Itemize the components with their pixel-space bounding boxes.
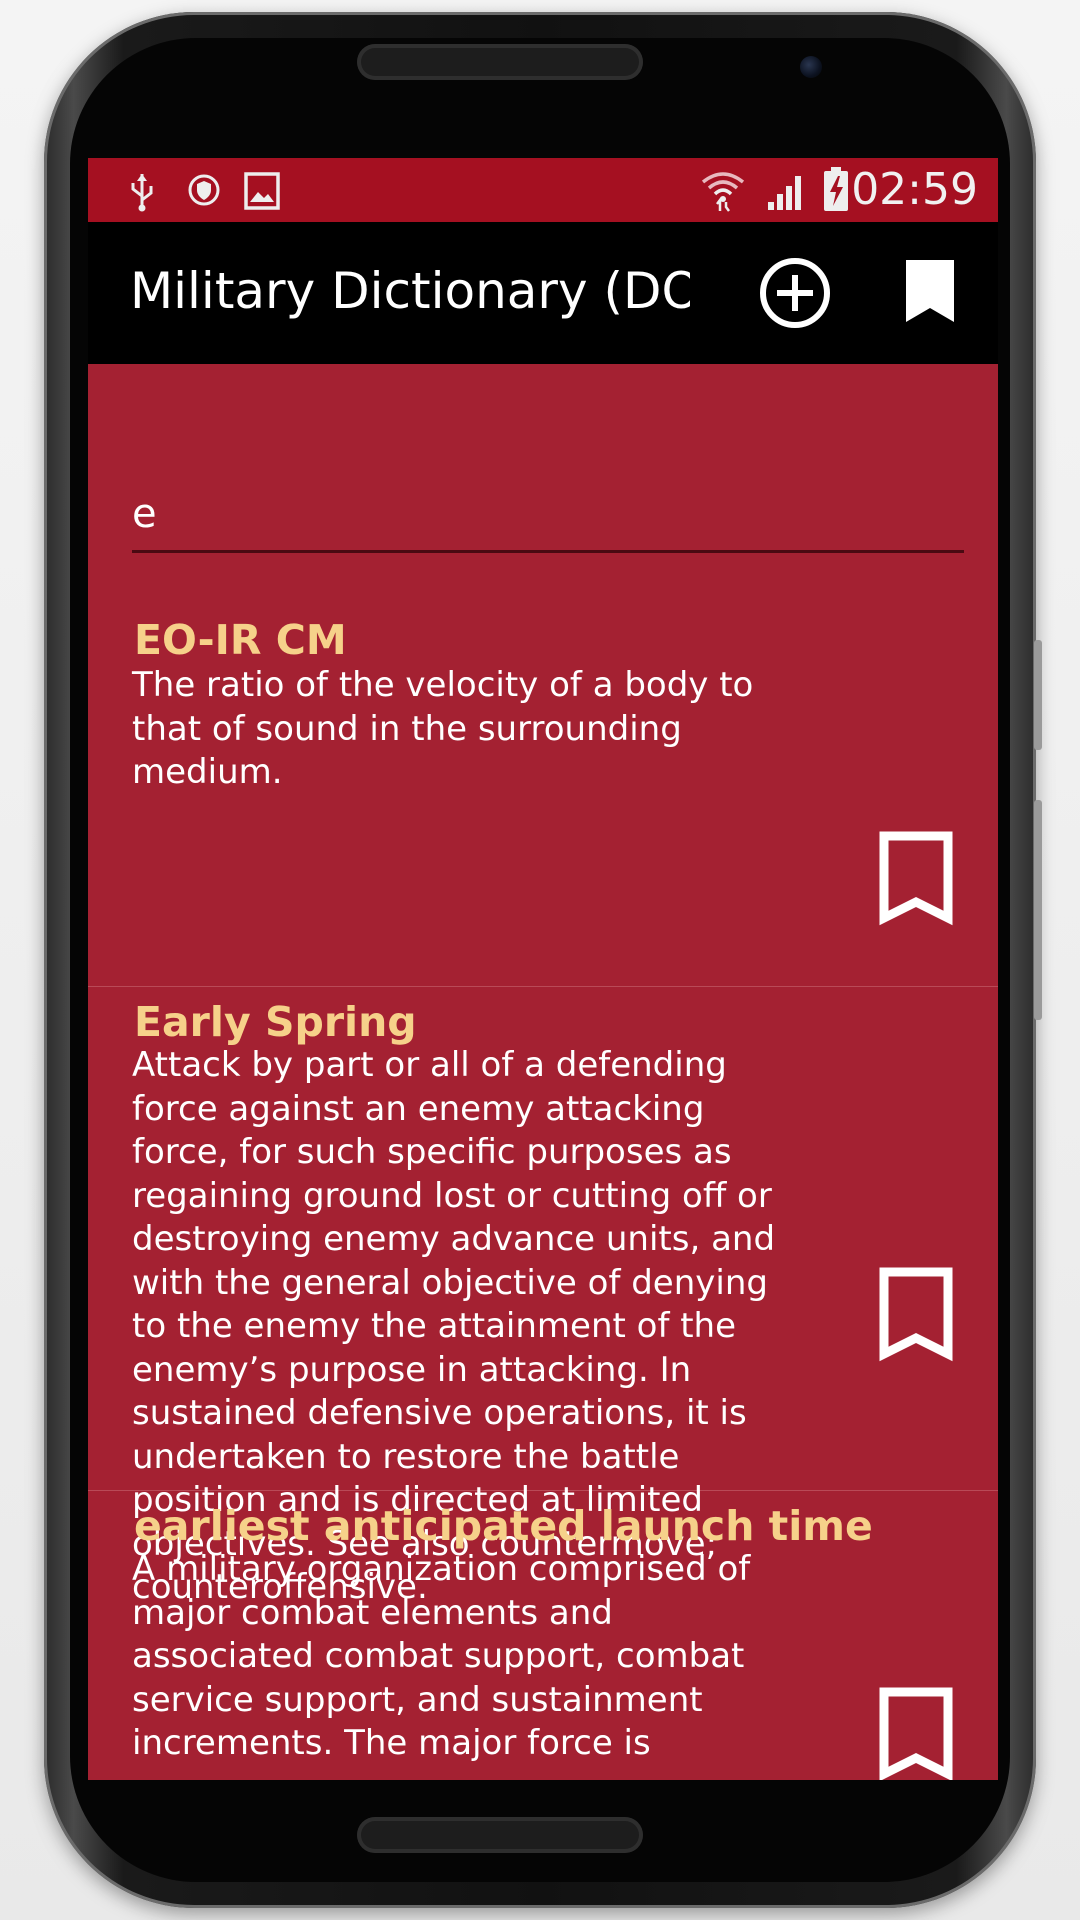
- screen: 02:59 Military Dictionary (DO... EO-IR C…: [88, 158, 998, 1780]
- earpiece-speaker: [357, 44, 643, 80]
- definition-line: undertaken to restore the battle: [132, 1436, 680, 1477]
- wifi-icon: [701, 172, 745, 212]
- entry-term: EO-IR CM: [134, 616, 347, 664]
- usb-icon: [131, 174, 153, 212]
- definition-line: The ratio of the velocity of a body to: [132, 665, 754, 705]
- entry-term: earliest anticipated launch time: [134, 1502, 873, 1550]
- definition-line: medium.: [132, 752, 283, 792]
- definition-line: Attack by part or all of a defending: [132, 1045, 727, 1085]
- entry-term: Early Spring: [134, 998, 417, 1046]
- definition-line: enemy’s purpose in attacking. In: [132, 1349, 692, 1390]
- volume-button: [1034, 640, 1042, 750]
- front-camera: [800, 56, 822, 78]
- definition-line: that of sound in the surrounding: [132, 708, 682, 749]
- definition-line: A military organization comprised of: [132, 1549, 751, 1589]
- shield-icon: [188, 174, 220, 206]
- bookmark-outline-icon[interactable]: [878, 1686, 954, 1780]
- clock: 02:59: [851, 164, 978, 215]
- definition-line: regaining ground lost or cutting off or: [132, 1175, 772, 1216]
- definition-line: destroying enemy advance units, and: [132, 1219, 776, 1259]
- bookmark-filled-icon: [906, 260, 954, 322]
- bookmarks-button[interactable]: [902, 256, 976, 330]
- definition-line: force against an enemy attacking: [132, 1088, 705, 1129]
- entry-definition: A military organization comprised of maj…: [132, 1548, 792, 1766]
- signal-icon: [768, 176, 801, 210]
- bottom-speaker: [357, 1817, 643, 1853]
- definition-line: to the enemy the attainment of the: [132, 1306, 737, 1346]
- definition-line: sustained defensive operations, it is: [132, 1393, 747, 1433]
- entry-definition: The ratio of the velocity of a body to t…: [132, 664, 792, 795]
- definition-line: increments. The major force is: [132, 1723, 651, 1763]
- list-item[interactable]: earliest anticipated launch time A milit…: [88, 1490, 998, 1780]
- app-toolbar: Military Dictionary (DO...: [88, 222, 998, 364]
- list-item[interactable]: Early Spring Attack by part or all of a …: [88, 838, 998, 1607]
- definition-line: major combat elements and: [132, 1592, 613, 1633]
- power-button: [1034, 800, 1042, 1020]
- definition-line: force, for such specific purposes as: [132, 1132, 732, 1172]
- search-field[interactable]: [132, 484, 964, 553]
- definition-line: associated combat support, combat: [132, 1636, 745, 1676]
- definition-line: with the general objective of denying: [132, 1262, 768, 1303]
- definition-line: service support, and sustainment: [132, 1679, 703, 1720]
- add-circle-icon: [760, 258, 830, 328]
- app-title: Military Dictionary (DO...: [130, 262, 690, 320]
- battery-charging-icon: [824, 167, 848, 211]
- search-input[interactable]: [132, 484, 964, 544]
- bookmark-outline-icon[interactable]: [878, 1266, 954, 1362]
- add-button[interactable]: [758, 256, 832, 330]
- status-bar: 02:59: [88, 158, 998, 222]
- image-icon: [244, 172, 280, 210]
